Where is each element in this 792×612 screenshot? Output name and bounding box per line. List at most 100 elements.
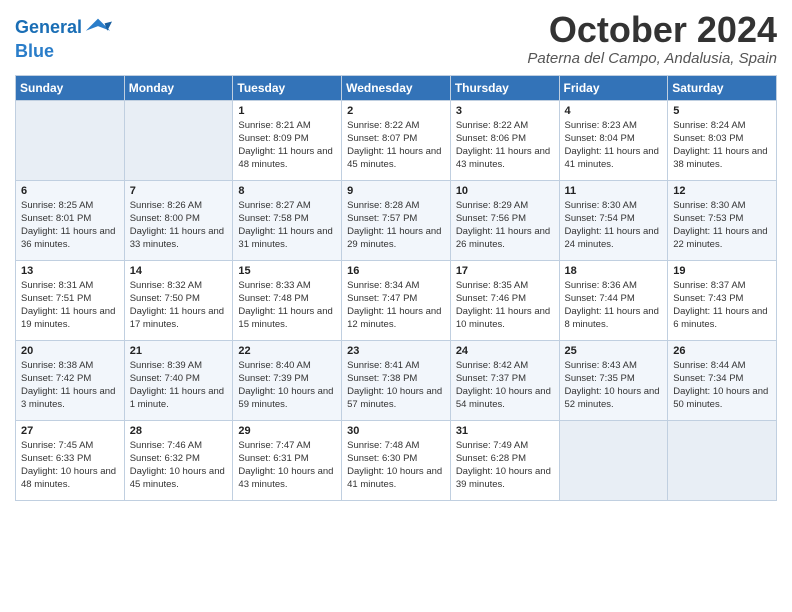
- day-info: Sunrise: 8:44 AM Sunset: 7:34 PM Dayligh…: [673, 359, 771, 412]
- day-info: Sunrise: 8:25 AM Sunset: 8:01 PM Dayligh…: [21, 199, 119, 252]
- calendar-cell: 20Sunrise: 8:38 AM Sunset: 7:42 PM Dayli…: [16, 340, 125, 420]
- day-number: 2: [347, 105, 445, 117]
- day-number: 6: [21, 185, 119, 197]
- calendar-cell: 28 Sunrise: 7:46 AM Sunset: 6:32 PM Dayli…: [124, 420, 233, 500]
- logo: General Blue: [15, 14, 112, 62]
- day-info: Sunrise: 8:39 AM Sunset: 7:40 PM Dayligh…: [130, 359, 228, 412]
- day-number: 27: [21, 425, 119, 437]
- day-number: 28: [130, 425, 228, 437]
- calendar-cell: 7 Sunrise: 8:26 AM Sunset: 8:00 PM Daylig…: [124, 180, 233, 260]
- title-block: October 2024 Paterna del Campo, Andalusi…: [527, 10, 777, 67]
- calendar-cell: [559, 420, 668, 500]
- day-number: 16: [347, 265, 445, 277]
- calendar-cell: 19Sunrise: 8:37 AM Sunset: 7:43 PM Dayli…: [668, 260, 777, 340]
- day-info: Sunrise: 8:34 AM Sunset: 7:47 PM Dayligh…: [347, 279, 445, 332]
- day-number: 10: [456, 185, 554, 197]
- calendar-week-row: 6 Sunrise: 8:25 AM Sunset: 8:01 PM Daylig…: [16, 180, 777, 260]
- day-info: Sunrise: 8:29 AM Sunset: 7:56 PM Dayligh…: [456, 199, 554, 252]
- day-info: Sunrise: 8:21 AM Sunset: 8:09 PM Dayligh…: [238, 119, 336, 172]
- day-info: Sunrise: 8:36 AM Sunset: 7:44 PM Dayligh…: [565, 279, 663, 332]
- calendar-cell: 18 Sunrise: 8:36 AM Sunset: 7:44 PM Dayli…: [559, 260, 668, 340]
- calendar-cell: 12 Sunrise: 8:30 AM Sunset: 7:53 PM Dayli…: [668, 180, 777, 260]
- day-number: 1: [238, 105, 336, 117]
- calendar-table: SundayMondayTuesdayWednesdayThursdayFrid…: [15, 75, 777, 501]
- calendar-cell: 8Sunrise: 8:27 AM Sunset: 7:58 PM Daylig…: [233, 180, 342, 260]
- day-header-friday: Friday: [559, 75, 668, 100]
- day-info: Sunrise: 8:24 AM Sunset: 8:03 PM Dayligh…: [673, 119, 771, 172]
- day-number: 12: [673, 185, 771, 197]
- day-number: 24: [456, 345, 554, 357]
- calendar-cell: [124, 100, 233, 180]
- calendar-cell: 14 Sunrise: 8:32 AM Sunset: 7:50 PM Dayli…: [124, 260, 233, 340]
- calendar-cell: 17 Sunrise: 8:35 AM Sunset: 7:46 PM Dayli…: [450, 260, 559, 340]
- day-number: 7: [130, 185, 228, 197]
- calendar-cell: 16 Sunrise: 8:34 AM Sunset: 7:47 PM Dayli…: [342, 260, 451, 340]
- calendar-cell: 26 Sunrise: 8:44 AM Sunset: 7:34 PM Dayli…: [668, 340, 777, 420]
- calendar-cell: 27 Sunrise: 7:45 AM Sunset: 6:33 PM Dayli…: [16, 420, 125, 500]
- calendar-cell: 6 Sunrise: 8:25 AM Sunset: 8:01 PM Daylig…: [16, 180, 125, 260]
- logo-line2: Blue: [15, 42, 112, 62]
- day-number: 17: [456, 265, 554, 277]
- calendar-cell: 1 Sunrise: 8:21 AM Sunset: 8:09 PM Daylig…: [233, 100, 342, 180]
- day-info: Sunrise: 8:33 AM Sunset: 7:48 PM Dayligh…: [238, 279, 336, 332]
- calendar-cell: [16, 100, 125, 180]
- day-info: Sunrise: 8:38 AM Sunset: 7:42 PM Dayligh…: [21, 359, 119, 412]
- calendar-cell: 5 Sunrise: 8:24 AM Sunset: 8:03 PM Daylig…: [668, 100, 777, 180]
- day-number: 4: [565, 105, 663, 117]
- day-info: Sunrise: 8:41 AM Sunset: 7:38 PM Dayligh…: [347, 359, 445, 412]
- location-subtitle: Paterna del Campo, Andalusia, Spain: [527, 50, 777, 67]
- calendar-cell: 29Sunrise: 7:47 AM Sunset: 6:31 PM Dayli…: [233, 420, 342, 500]
- day-info: Sunrise: 7:45 AM Sunset: 6:33 PM Dayligh…: [21, 439, 119, 492]
- day-number: 26: [673, 345, 771, 357]
- day-info: Sunrise: 8:35 AM Sunset: 7:46 PM Dayligh…: [456, 279, 554, 332]
- calendar-cell: 25Sunrise: 8:43 AM Sunset: 7:35 PM Dayli…: [559, 340, 668, 420]
- day-info: Sunrise: 8:30 AM Sunset: 7:53 PM Dayligh…: [673, 199, 771, 252]
- day-info: Sunrise: 8:22 AM Sunset: 8:07 PM Dayligh…: [347, 119, 445, 172]
- day-number: 22: [238, 345, 336, 357]
- day-info: Sunrise: 8:23 AM Sunset: 8:04 PM Dayligh…: [565, 119, 663, 172]
- day-header-monday: Monday: [124, 75, 233, 100]
- day-number: 23: [347, 345, 445, 357]
- day-info: Sunrise: 8:32 AM Sunset: 7:50 PM Dayligh…: [130, 279, 228, 332]
- day-number: 21: [130, 345, 228, 357]
- calendar-cell: 9Sunrise: 8:28 AM Sunset: 7:57 PM Daylig…: [342, 180, 451, 260]
- calendar-cell: 11 Sunrise: 8:30 AM Sunset: 7:54 PM Dayli…: [559, 180, 668, 260]
- calendar-cell: 23 Sunrise: 8:41 AM Sunset: 7:38 PM Dayli…: [342, 340, 451, 420]
- day-number: 3: [456, 105, 554, 117]
- day-info: Sunrise: 8:28 AM Sunset: 7:57 PM Dayligh…: [347, 199, 445, 252]
- day-header-tuesday: Tuesday: [233, 75, 342, 100]
- day-number: 13: [21, 265, 119, 277]
- day-header-thursday: Thursday: [450, 75, 559, 100]
- calendar-week-row: 1 Sunrise: 8:21 AM Sunset: 8:09 PM Daylig…: [16, 100, 777, 180]
- calendar-cell: 2 Sunrise: 8:22 AM Sunset: 8:07 PM Daylig…: [342, 100, 451, 180]
- day-number: 18: [565, 265, 663, 277]
- calendar-cell: 30 Sunrise: 7:48 AM Sunset: 6:30 PM Dayli…: [342, 420, 451, 500]
- calendar-cell: 22 Sunrise: 8:40 AM Sunset: 7:39 PM Dayli…: [233, 340, 342, 420]
- page-header: General Blue October 2024 Paterna del Ca…: [15, 10, 777, 67]
- day-info: Sunrise: 7:48 AM Sunset: 6:30 PM Dayligh…: [347, 439, 445, 492]
- day-info: Sunrise: 8:26 AM Sunset: 8:00 PM Dayligh…: [130, 199, 228, 252]
- day-info: Sunrise: 7:46 AM Sunset: 6:32 PM Dayligh…: [130, 439, 228, 492]
- calendar-cell: 15Sunrise: 8:33 AM Sunset: 7:48 PM Dayli…: [233, 260, 342, 340]
- day-number: 5: [673, 105, 771, 117]
- day-header-saturday: Saturday: [668, 75, 777, 100]
- month-title: October 2024: [527, 10, 777, 50]
- day-info: Sunrise: 8:42 AM Sunset: 7:37 PM Dayligh…: [456, 359, 554, 412]
- calendar-cell: [668, 420, 777, 500]
- day-number: 14: [130, 265, 228, 277]
- day-header-wednesday: Wednesday: [342, 75, 451, 100]
- logo-bird-icon: [84, 14, 112, 42]
- day-info: Sunrise: 7:47 AM Sunset: 6:31 PM Dayligh…: [238, 439, 336, 492]
- logo-line1: General: [15, 14, 112, 42]
- calendar-cell: 13Sunrise: 8:31 AM Sunset: 7:51 PM Dayli…: [16, 260, 125, 340]
- day-number: 30: [347, 425, 445, 437]
- calendar-cell: 21 Sunrise: 8:39 AM Sunset: 7:40 PM Dayli…: [124, 340, 233, 420]
- calendar-week-row: 13Sunrise: 8:31 AM Sunset: 7:51 PM Dayli…: [16, 260, 777, 340]
- day-number: 11: [565, 185, 663, 197]
- calendar-cell: 31Sunrise: 7:49 AM Sunset: 6:28 PM Dayli…: [450, 420, 559, 500]
- day-info: Sunrise: 8:30 AM Sunset: 7:54 PM Dayligh…: [565, 199, 663, 252]
- day-info: Sunrise: 8:40 AM Sunset: 7:39 PM Dayligh…: [238, 359, 336, 412]
- calendar-cell: 4 Sunrise: 8:23 AM Sunset: 8:04 PM Daylig…: [559, 100, 668, 180]
- day-info: Sunrise: 8:22 AM Sunset: 8:06 PM Dayligh…: [456, 119, 554, 172]
- day-info: Sunrise: 8:43 AM Sunset: 7:35 PM Dayligh…: [565, 359, 663, 412]
